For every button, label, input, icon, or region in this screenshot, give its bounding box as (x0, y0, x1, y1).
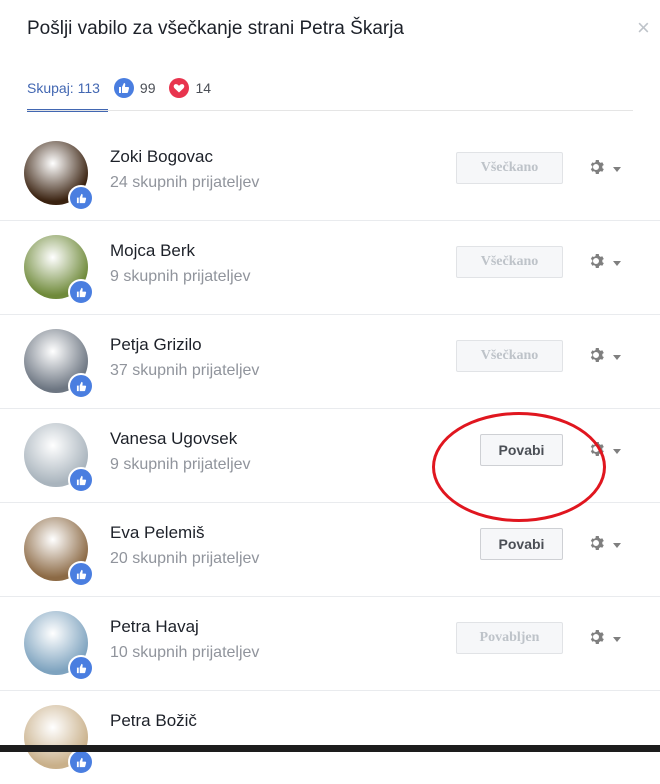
settings-menu[interactable] (588, 441, 632, 462)
caret-down-icon (612, 442, 622, 460)
invite-button[interactable]: Povabi (480, 434, 563, 466)
list-item: Petra Božič (0, 690, 660, 784)
friend-name[interactable]: Petra Havaj (110, 617, 199, 637)
invite-button[interactable]: Povabi (480, 528, 563, 560)
like-badge-icon (68, 373, 94, 399)
settings-menu[interactable] (588, 253, 632, 274)
liked-button[interactable]: Všečkano (456, 340, 563, 372)
mutual-friends-count: 9 skupnih prijateljev (110, 456, 251, 473)
caret-down-icon (612, 254, 622, 272)
reaction-tabs: Skupaj: 113 99 14 (27, 66, 211, 112)
like-badge-icon (68, 279, 94, 305)
list-item: Vanesa Ugovsek 9 skupnih prijateljev Povab… (0, 408, 660, 502)
like-badge-icon (68, 561, 94, 587)
mutual-friends-count: 37 skupnih prijateljev (110, 362, 260, 379)
liked-button[interactable]: Všečkano (456, 152, 563, 184)
gear-icon (588, 159, 604, 180)
gear-icon (588, 629, 604, 650)
like-badge-icon (68, 749, 94, 775)
friend-name[interactable]: Petra Božič (110, 711, 197, 731)
caret-down-icon (612, 348, 622, 366)
friend-name[interactable]: Vanesa Ugovsek (110, 429, 237, 449)
settings-menu[interactable] (588, 535, 632, 556)
list-item: Eva Pelemiš 20 skupnih prijateljev Povabi (0, 502, 660, 596)
love-reaction-icon (169, 78, 190, 98)
list-item: Petja Grizilo 37 skupnih prijateljev Všečk… (0, 314, 660, 408)
settings-menu[interactable] (588, 629, 632, 650)
list-item: Mojca Berk 9 skupnih prijateljev Všečkano (0, 220, 660, 314)
caret-down-icon (612, 160, 622, 178)
friend-name[interactable]: Zoki Bogovac (110, 147, 213, 167)
dialog-title: Pošlji vabilo za všečkanje strani Petra … (27, 18, 405, 39)
caret-down-icon (612, 536, 622, 554)
list-item: Petra Havaj 10 skupnih prijateljev Povablj… (0, 596, 660, 690)
like-badge-icon (68, 467, 94, 493)
friend-name[interactable]: Petja Grizilo (110, 335, 202, 355)
friend-name[interactable]: Eva Pelemiš (110, 523, 204, 543)
mutual-friends-count: 9 skupnih prijateljev (110, 268, 251, 285)
tab-all[interactable]: Skupaj: 113 (27, 66, 108, 112)
mutual-friends-count: 24 skupnih prijateljev (110, 174, 260, 191)
gear-icon (588, 347, 604, 368)
bottom-edge-bar (0, 745, 660, 752)
tab-likes[interactable]: 99 (113, 66, 156, 110)
tab-all-label: Skupaj: 113 (27, 80, 100, 96)
like-badge-icon (68, 655, 94, 681)
gear-icon (588, 253, 604, 274)
gear-icon (588, 441, 604, 462)
close-icon[interactable]: × (637, 17, 650, 39)
tab-loves[interactable]: 14 (169, 66, 211, 110)
like-badge-icon (68, 185, 94, 211)
friends-list: Zoki Bogovac 24 skupnih prijateljev Všečka… (0, 127, 660, 784)
dialog-header: Pošlji vabilo za všečkanje strani Petra … (0, 0, 660, 112)
list-item: Zoki Bogovac 24 skupnih prijateljev Všečka… (0, 127, 660, 220)
mutual-friends-count: 10 skupnih prijateljev (110, 644, 260, 661)
loves-count: 14 (195, 80, 212, 96)
settings-menu[interactable] (588, 159, 632, 180)
header-divider (27, 110, 633, 111)
settings-menu[interactable] (588, 347, 632, 368)
likes-count: 99 (139, 80, 156, 96)
friend-name[interactable]: Mojca Berk (110, 241, 195, 261)
gear-icon (588, 535, 604, 556)
like-reaction-icon (113, 78, 134, 98)
invited-button[interactable]: Povabljen (456, 622, 563, 654)
mutual-friends-count: 20 skupnih prijateljev (110, 550, 260, 567)
liked-button[interactable]: Všečkano (456, 246, 563, 278)
caret-down-icon (612, 630, 622, 648)
